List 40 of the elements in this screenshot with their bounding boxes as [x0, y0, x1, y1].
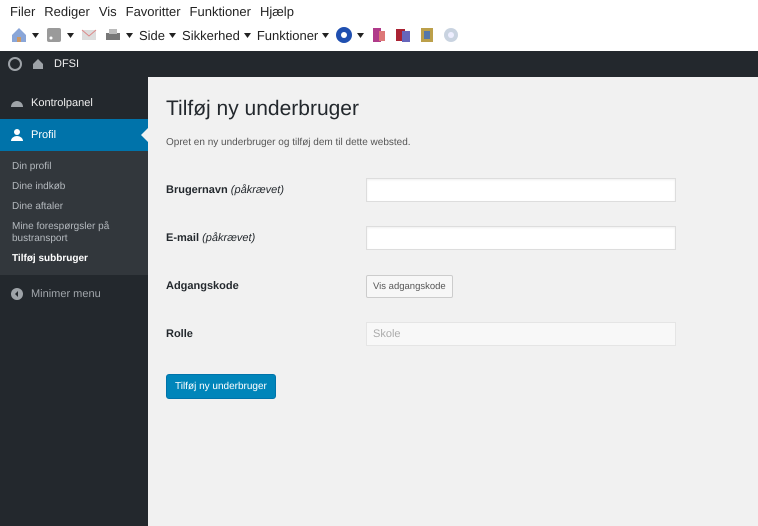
show-password-button[interactable]: Vis adgangskode — [366, 274, 453, 298]
menu-item[interactable]: Vis — [98, 4, 117, 20]
submenu-item[interactable]: Dine aftaler — [0, 197, 148, 217]
field-label: Brugernavn (påkrævet) — [166, 184, 285, 196]
submit-button[interactable]: Tilføj ny underbruger — [166, 374, 276, 399]
caret-icon[interactable] — [126, 32, 133, 38]
caret-icon[interactable] — [67, 32, 74, 38]
field-label: E-mail (påkrævet) — [166, 232, 256, 244]
help-icon[interactable] — [335, 26, 354, 44]
menu-item[interactable]: Favoritter — [126, 4, 181, 20]
page-description: Opret en ny underbruger og tilføj dem til dette websted. — [166, 137, 412, 148]
menu-item[interactable]: Hjælp — [260, 4, 294, 20]
toolbar-menu[interactable]: Sikkerhed — [182, 28, 240, 42]
user-icon — [10, 128, 24, 142]
caret-icon[interactable] — [322, 32, 330, 38]
caret-icon[interactable] — [357, 32, 364, 38]
menu-item[interactable]: Filer — [10, 4, 36, 20]
home-icon[interactable] — [32, 58, 44, 70]
collapse-icon[interactable] — [10, 287, 24, 301]
menu-item[interactable]: Rediger — [44, 4, 90, 20]
toolbar-menu[interactable]: Side — [139, 28, 166, 42]
toolbar-menu[interactable]: Funktioner — [256, 28, 318, 42]
caret-icon[interactable] — [244, 32, 251, 38]
sidebar-item[interactable]: Profil — [0, 119, 148, 151]
submenu-item[interactable]: Din profil — [0, 157, 148, 177]
input-field[interactable] — [366, 178, 676, 202]
logo-icon[interactable] — [8, 57, 22, 71]
sidebar-item[interactable]: Kontrolpanel — [0, 87, 148, 119]
submenu-item[interactable]: Tilføj subbruger — [0, 249, 148, 269]
field-label: Rolle — [166, 328, 194, 340]
collapse-menu-link[interactable]: Minimer menu — [31, 288, 101, 300]
caret-icon[interactable] — [169, 32, 176, 38]
caret-icon[interactable] — [32, 32, 39, 38]
input-field[interactable] — [366, 226, 676, 250]
submenu-item[interactable]: Mine forespørgsler på bustransport — [0, 217, 148, 249]
field-label: Adgangskode — [166, 280, 240, 292]
page-title: Tilføj ny underbruger — [166, 97, 360, 121]
submenu-item[interactable]: Dine indkøb — [0, 177, 148, 197]
menu-item[interactable]: Funktioner — [190, 4, 251, 20]
site-name[interactable]: DFSI — [54, 58, 80, 70]
